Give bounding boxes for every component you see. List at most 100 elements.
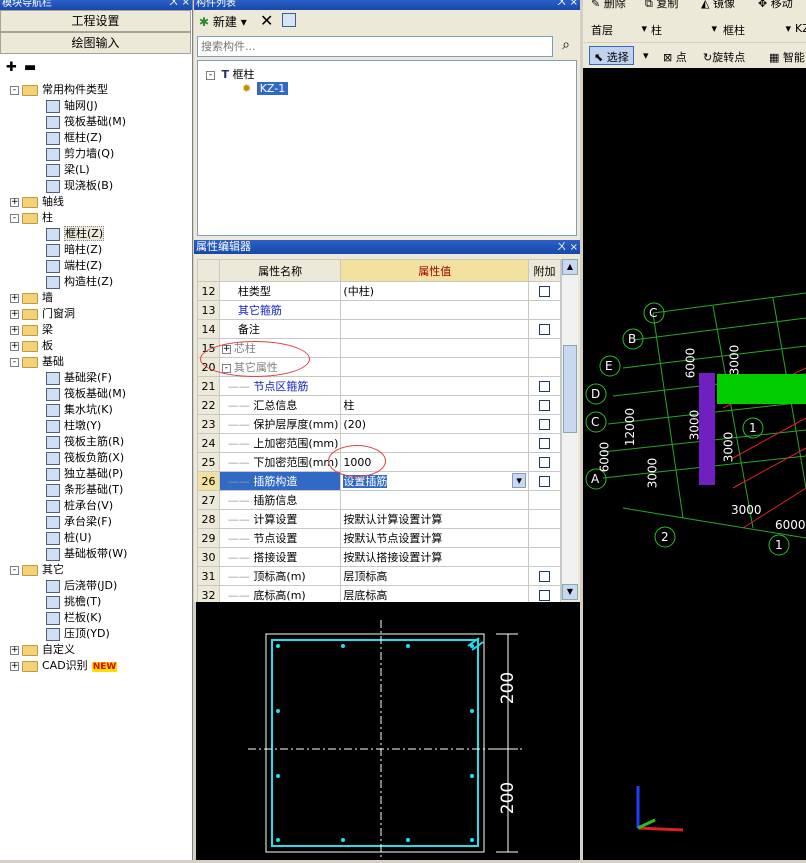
extra-checkbox[interactable] bbox=[539, 571, 551, 582]
tree-item[interactable]: 梁(L) bbox=[46, 162, 90, 178]
mirror-button[interactable]: ◭ 镜像 bbox=[701, 0, 735, 10]
tree-item[interactable]: 框柱(Z) bbox=[46, 226, 105, 242]
tree-item[interactable]: 后浇带(JD) bbox=[46, 578, 117, 594]
tree-folder[interactable]: + 轴线 bbox=[10, 194, 64, 210]
delete-icon[interactable]: ✕ bbox=[260, 11, 273, 30]
property-value[interactable] bbox=[340, 357, 530, 377]
tree-item[interactable]: 基础板带(W) bbox=[46, 546, 127, 562]
property-name[interactable]: —— 插筋信息 bbox=[218, 490, 342, 510]
property-value[interactable] bbox=[340, 376, 530, 396]
tree-item[interactable]: 桩(U) bbox=[46, 530, 92, 546]
tree-folder[interactable]: -柱 bbox=[10, 210, 53, 226]
extra-checkbox[interactable] bbox=[539, 590, 551, 601]
property-row[interactable]: 30 —— 搭接设置 按默认搭接设置计算 bbox=[197, 547, 561, 567]
property-name[interactable]: —— 插筋构造 bbox=[218, 471, 342, 491]
close-icon[interactable]: ㄨ × bbox=[556, 0, 578, 8]
expand-icon[interactable]: + bbox=[10, 293, 19, 303]
extra-checkbox[interactable] bbox=[539, 419, 551, 430]
select-dropdown-icon[interactable]: ▾ bbox=[643, 49, 649, 62]
property-name[interactable]: 其它箍筋 bbox=[218, 300, 342, 320]
property-name[interactable]: —— 节点设置 bbox=[218, 528, 342, 548]
search-icon[interactable]: ⌕ bbox=[556, 37, 576, 57]
tree-item[interactable]: 挑檐(T) bbox=[46, 594, 101, 610]
tree-item-kz1[interactable]: ✹ KZ-1 bbox=[242, 82, 289, 95]
copy-button[interactable]: ⧉ 复制 bbox=[645, 0, 678, 10]
extra-checkbox[interactable] bbox=[539, 438, 551, 449]
property-value[interactable] bbox=[340, 338, 530, 358]
property-value[interactable] bbox=[340, 490, 530, 510]
scroll-up-arrow[interactable]: ▲ bbox=[562, 259, 578, 275]
property-name[interactable]: —— 保护层厚度(mm) bbox=[218, 414, 342, 434]
property-row[interactable]: 28 —— 计算设置 按默认计算设置计算 bbox=[197, 509, 561, 529]
tree-item[interactable]: 端柱(Z) bbox=[46, 258, 102, 274]
property-name[interactable]: —— 上加密范围(mm) bbox=[218, 433, 342, 453]
tree-item[interactable]: 承台梁(F) bbox=[46, 514, 112, 530]
property-row[interactable]: 26 —— 插筋构造 设置插筋 ▾ bbox=[197, 471, 561, 491]
collapse-icon[interactable]: - bbox=[206, 70, 215, 80]
property-value[interactable]: 层顶标高 bbox=[340, 566, 530, 586]
tree-item[interactable]: 筏板负筋(X) bbox=[46, 450, 124, 466]
property-name[interactable]: 柱类型 bbox=[218, 281, 342, 301]
scroll-down-arrow[interactable]: ▼ bbox=[562, 584, 578, 600]
property-value[interactable]: (20) bbox=[340, 414, 530, 434]
tree-item[interactable]: 条形基础(T) bbox=[46, 482, 123, 498]
property-row[interactable]: 21 —— 节点区箍筋 bbox=[197, 376, 561, 396]
tree-folder[interactable]: + 墙 bbox=[10, 290, 53, 306]
expand-icon[interactable]: + bbox=[10, 309, 19, 319]
drawing-input-button[interactable]: 绘图输入 bbox=[0, 32, 191, 54]
extra-checkbox[interactable] bbox=[539, 324, 551, 335]
collapse-icon[interactable]: - bbox=[10, 85, 19, 95]
tree-item[interactable]: 独立基础(P) bbox=[46, 466, 123, 482]
property-name[interactable]: 备注 bbox=[218, 319, 342, 339]
value-column-header[interactable]: 属性值 bbox=[340, 259, 530, 282]
tree-root[interactable]: - T 框柱 bbox=[206, 66, 255, 82]
search-input[interactable] bbox=[197, 36, 553, 57]
name-column-header[interactable]: 属性名称 bbox=[218, 259, 342, 282]
new-button[interactable]: ✱ 新建 ▾ bbox=[199, 13, 247, 31]
point-button[interactable]: ⊠ 点 bbox=[663, 49, 687, 65]
tree-item[interactable]: 集水坑(K) bbox=[46, 402, 113, 418]
tree-item[interactable]: 剪力墙(Q) bbox=[46, 146, 114, 162]
property-name[interactable]: —— 下加密范围(mm) bbox=[218, 452, 342, 472]
property-row[interactable]: 13 其它箍筋 bbox=[197, 300, 561, 320]
tree-folder[interactable]: + 门窗洞 bbox=[10, 306, 75, 322]
tree-folder[interactable]: - 其它 bbox=[10, 562, 64, 578]
tree-folder[interactable]: + 自定义 bbox=[10, 642, 75, 658]
property-value[interactable]: 柱 bbox=[340, 395, 530, 415]
property-name[interactable]: —— 计算设置 bbox=[218, 509, 342, 529]
property-value[interactable]: 按默认搭接设置计算 bbox=[340, 547, 530, 567]
tree-item[interactable]: 轴网(J) bbox=[46, 98, 98, 114]
move-button[interactable]: ✥ 移动 bbox=[758, 0, 793, 10]
property-row[interactable]: 22 —— 汇总信息柱 bbox=[197, 395, 561, 415]
property-name[interactable]: —— 汇总信息 bbox=[218, 395, 342, 415]
project-settings-button[interactable]: 工程设置 bbox=[0, 10, 191, 32]
tree-item[interactable]: 框柱(Z) bbox=[46, 130, 102, 146]
3d-viewport[interactable]: C B E D C A 1 2 1 6000 3000 12000 3000 6000 3000 3000 30… bbox=[583, 68, 806, 860]
tree-item[interactable]: 基础梁(F) bbox=[46, 370, 112, 386]
collapse-icon[interactable]: - bbox=[10, 565, 19, 575]
property-row[interactable]: 12 柱类型 (中柱) bbox=[197, 281, 561, 301]
select-button[interactable]: ⬉ 选择 bbox=[589, 46, 634, 65]
collapse-icon[interactable]: - bbox=[10, 213, 19, 223]
name-select[interactable]: KZ bbox=[795, 22, 806, 35]
extra-column-header[interactable]: 附加 bbox=[528, 259, 561, 282]
property-value[interactable] bbox=[340, 319, 530, 339]
property-value[interactable]: 按默认节点设置计算 bbox=[340, 528, 530, 548]
expand-all-icon[interactable]: ✚ bbox=[6, 60, 17, 75]
tree-item[interactable]: 筏板主筋(R) bbox=[46, 434, 124, 450]
property-row[interactable]: 29 —— 节点设置 按默认节点设置计算 bbox=[197, 528, 561, 548]
extra-checkbox[interactable] bbox=[539, 381, 551, 392]
type-select[interactable]: 柱 ▾ bbox=[651, 22, 717, 38]
expand-icon[interactable]: + bbox=[10, 197, 19, 207]
extra-checkbox[interactable] bbox=[539, 400, 551, 411]
property-value[interactable]: 按默认计算设置计算 bbox=[340, 509, 530, 529]
scroll-thumb[interactable] bbox=[563, 345, 577, 433]
tree-item[interactable]: 压顶(YD) bbox=[46, 626, 110, 642]
subtype-select[interactable]: 框柱 ▾ bbox=[723, 22, 791, 38]
property-row[interactable]: 27 —— 插筋信息 bbox=[197, 490, 561, 510]
collapse-all-icon[interactable]: ▬ bbox=[24, 60, 36, 75]
tree-item[interactable]: 桩承台(V) bbox=[46, 498, 113, 514]
expand-icon[interactable]: + bbox=[10, 341, 19, 351]
floor-select[interactable]: 首层 ▾ bbox=[591, 22, 647, 38]
extra-checkbox[interactable] bbox=[539, 476, 551, 487]
